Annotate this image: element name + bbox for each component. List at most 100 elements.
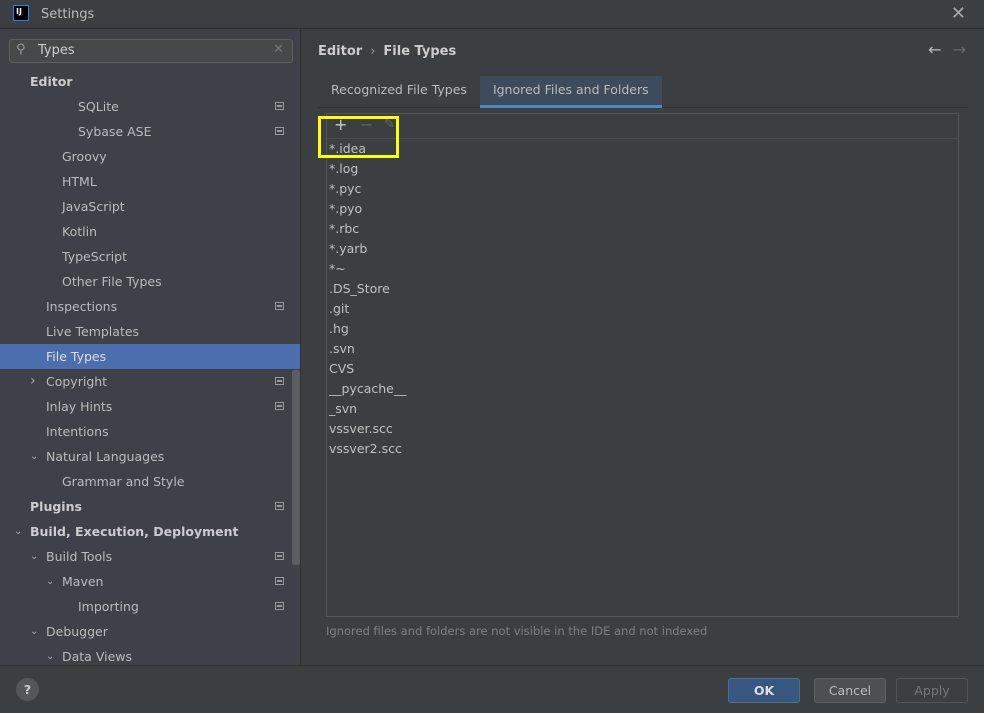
list-item[interactable]: *.rbc bbox=[327, 219, 958, 239]
sidebar-item[interactable]: Sybase ASE bbox=[0, 119, 300, 144]
sidebar-item-label: Natural Languages bbox=[46, 449, 165, 464]
list-item[interactable]: vssver.scc bbox=[327, 419, 958, 439]
chevron-down-icon[interactable]: ⌄ bbox=[46, 644, 54, 665]
sidebar-item-label: Data Views bbox=[62, 649, 132, 664]
title-bar: IJ Settings ✕ bbox=[0, 0, 984, 29]
ignored-list: *.idea *.log *.pyc *.pyo *.rbc *.yarb *~ .DS_St… bbox=[327, 139, 958, 459]
sidebar-item-label: Debugger bbox=[46, 624, 108, 639]
sidebar-item[interactable]: ⌄ Build Tools bbox=[0, 544, 300, 569]
sidebar-item[interactable]: Plugins bbox=[0, 494, 300, 519]
sidebar-item-label: Kotlin bbox=[62, 224, 97, 239]
sidebar-scrollbar[interactable] bbox=[292, 370, 300, 565]
sidebar-item-label: File Types bbox=[46, 349, 107, 364]
cancel-button[interactable]: Cancel bbox=[814, 678, 886, 703]
project-settings-icon bbox=[275, 552, 284, 560]
breadcrumb-parent[interactable]: Editor bbox=[318, 44, 362, 59]
sidebar-item[interactable]: ⌄ Data Views bbox=[0, 644, 300, 665]
sidebar-item[interactable]: ⌄ Build, Execution, Deployment bbox=[0, 519, 300, 544]
sidebar-item[interactable]: Other File Types bbox=[0, 269, 300, 294]
sidebar-item[interactable]: Intentions bbox=[0, 419, 300, 444]
list-item[interactable]: *.pyc bbox=[327, 179, 958, 199]
list-item[interactable]: .hg bbox=[327, 319, 958, 339]
list-item[interactable]: *.pyo bbox=[327, 199, 958, 219]
list-item[interactable]: vssver2.scc bbox=[327, 439, 958, 459]
project-settings-icon bbox=[275, 502, 284, 510]
breadcrumb-current: File Types bbox=[383, 44, 457, 59]
chevron-down-icon[interactable]: ⌄ bbox=[14, 519, 22, 544]
project-settings-icon bbox=[275, 102, 284, 110]
list-item[interactable]: *.log bbox=[327, 159, 958, 179]
main-panel: Editor › File Types ← → Recognized File Ty… bbox=[302, 29, 984, 665]
sidebar-item-label: HTML bbox=[62, 174, 97, 189]
project-settings-icon bbox=[275, 377, 284, 385]
sidebar-item[interactable]: SQLite bbox=[0, 94, 300, 119]
chevron-down-icon[interactable]: ⌄ bbox=[30, 544, 38, 569]
sidebar-item[interactable]: Importing bbox=[0, 594, 300, 619]
sidebar-item-label: Editor bbox=[30, 74, 73, 89]
intellij-logo: IJ bbox=[13, 5, 29, 21]
sidebar-item-label: Build, Execution, Deployment bbox=[30, 524, 239, 539]
settings-sidebar: ⚲ Types ✕ Editor SQLite Sybase ASE Groovy HT… bbox=[0, 29, 301, 665]
list-toolbar: + − ✎ bbox=[327, 114, 958, 139]
breadcrumb-separator-icon: › bbox=[370, 44, 376, 59]
sidebar-item[interactable]: Groovy bbox=[0, 144, 300, 169]
apply-button[interactable]: Apply bbox=[896, 678, 968, 703]
list-item[interactable]: __pycache__ bbox=[327, 379, 958, 399]
project-settings-icon bbox=[275, 402, 284, 410]
list-item[interactable]: _svn bbox=[327, 399, 958, 419]
sidebar-item-label: Importing bbox=[78, 599, 139, 614]
sidebar-item[interactable]: TypeScript bbox=[0, 244, 300, 269]
help-button[interactable]: ? bbox=[16, 678, 39, 701]
sidebar-item[interactable]: Grammar and Style bbox=[0, 469, 300, 494]
sidebar-item[interactable]: Kotlin bbox=[0, 219, 300, 244]
list-item[interactable]: *~ bbox=[327, 259, 958, 279]
chevron-down-icon[interactable]: ⌄ bbox=[30, 444, 38, 469]
search-icon: ⚲ bbox=[16, 42, 26, 57]
sidebar-item[interactable]: ⌄ Debugger bbox=[0, 619, 300, 644]
project-settings-icon bbox=[275, 127, 284, 135]
sidebar-item-label: Copyright bbox=[46, 374, 108, 389]
search-input[interactable]: ⚲ Types ✕ bbox=[9, 39, 293, 63]
breadcrumb: Editor › File Types bbox=[318, 44, 456, 59]
sidebar-item-label: Intentions bbox=[46, 424, 109, 439]
settings-tree: Editor SQLite Sybase ASE Groovy HTML JavaScri… bbox=[0, 69, 300, 665]
list-item[interactable]: *.idea bbox=[327, 139, 958, 159]
list-item[interactable]: .DS_Store bbox=[327, 279, 958, 299]
sidebar-item-label: Grammar and Style bbox=[62, 474, 185, 489]
tab-recognized-file-types[interactable]: Recognized File Types bbox=[318, 76, 480, 108]
sidebar-item-label: Plugins bbox=[30, 499, 82, 514]
chevron-down-icon[interactable]: ⌄ bbox=[46, 569, 54, 594]
chevron-right-icon[interactable]: › bbox=[30, 369, 36, 394]
close-icon[interactable]: ✕ bbox=[951, 3, 966, 24]
back-arrow-icon[interactable]: ← bbox=[928, 40, 941, 59]
sidebar-item-label: SQLite bbox=[78, 99, 119, 114]
ignored-list-panel: + − ✎ *.idea *.log *.pyc *.pyo *.rbc *.yarb *~… bbox=[326, 113, 959, 617]
clear-search-icon[interactable]: ✕ bbox=[273, 42, 284, 57]
sidebar-item[interactable]: ⌄ Natural Languages bbox=[0, 444, 300, 469]
tab-ignored-files-and-folders[interactable]: Ignored Files and Folders bbox=[479, 76, 662, 108]
sidebar-item-label: Sybase ASE bbox=[78, 124, 152, 139]
sidebar-item[interactable]: File Types bbox=[0, 344, 300, 369]
ok-button[interactable]: OK bbox=[728, 678, 800, 703]
sidebar-item[interactable]: ⌄ Maven bbox=[0, 569, 300, 594]
forward-arrow-icon[interactable]: → bbox=[953, 40, 966, 59]
highlight-box bbox=[318, 116, 399, 158]
sidebar-item-label: Inlay Hints bbox=[46, 399, 113, 414]
sidebar-item[interactable]: › Copyright bbox=[0, 369, 300, 394]
project-settings-icon bbox=[275, 302, 284, 310]
sidebar-item-label: Build Tools bbox=[46, 549, 113, 564]
sidebar-item[interactable]: JavaScript bbox=[0, 194, 300, 219]
sidebar-item[interactable]: Inspections bbox=[0, 294, 300, 319]
search-value[interactable]: Types bbox=[38, 43, 75, 58]
list-item[interactable]: *.yarb bbox=[327, 239, 958, 259]
list-item[interactable]: CVS bbox=[327, 359, 958, 379]
sidebar-item[interactable]: Live Templates bbox=[0, 319, 300, 344]
sidebar-item[interactable]: HTML bbox=[0, 169, 300, 194]
chevron-down-icon[interactable]: ⌄ bbox=[30, 619, 38, 644]
sidebar-item-label: JavaScript bbox=[62, 199, 125, 214]
sidebar-item-label: Live Templates bbox=[46, 324, 140, 339]
sidebar-item[interactable]: Editor bbox=[0, 69, 300, 94]
sidebar-item[interactable]: Inlay Hints bbox=[0, 394, 300, 419]
list-item[interactable]: .git bbox=[327, 299, 958, 319]
list-item[interactable]: .svn bbox=[327, 339, 958, 359]
